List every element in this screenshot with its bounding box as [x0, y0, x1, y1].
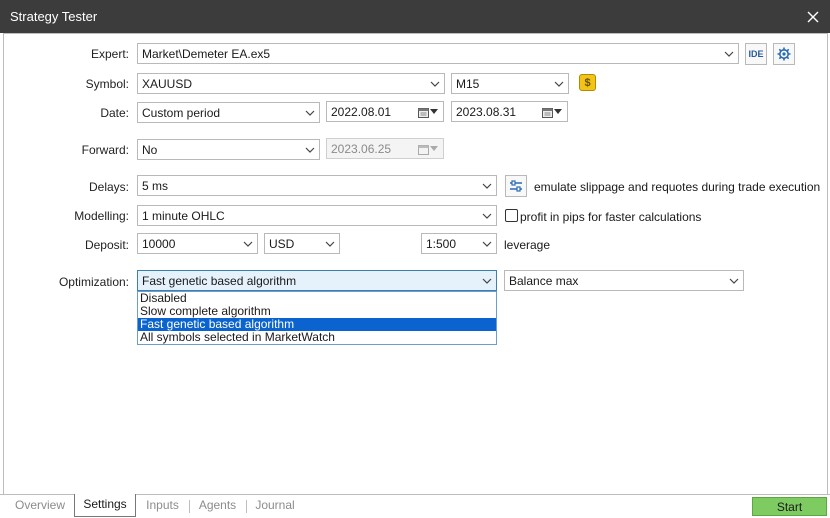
date-to-calendar-button[interactable] — [542, 105, 564, 119]
tab-journal[interactable]: Journal — [250, 495, 300, 517]
expert-value: Market\Demeter EA.ex5 — [142, 46, 271, 61]
forward-calendar-button — [418, 142, 440, 156]
sliders-icon — [510, 180, 522, 192]
optimization-select[interactable]: Fast genetic based algorithm — [137, 270, 497, 291]
optimization-option-all-symbols[interactable]: All symbols selected in MarketWatch — [138, 331, 496, 344]
symbol-spec-button[interactable]: $ — [579, 74, 596, 91]
modelling-label: Modelling: — [74, 209, 129, 223]
title-bar: Strategy Tester — [0, 0, 830, 33]
chevron-down-icon — [430, 81, 440, 87]
deposit-currency-select[interactable]: USD — [264, 233, 340, 254]
deposit-amount-select[interactable]: 10000 — [137, 233, 258, 254]
expert-select[interactable]: Market\Demeter EA.ex5 — [137, 43, 739, 64]
forward-mode-select[interactable]: No — [137, 139, 320, 160]
tab-separator — [246, 500, 247, 513]
expert-label: Expert: — [90, 47, 129, 61]
chevron-down-icon — [482, 183, 492, 189]
date-from-input[interactable]: 2022.08.01 — [326, 101, 444, 122]
forward-label: Forward: — [81, 143, 129, 157]
date-label: Date: — [100, 106, 129, 120]
chevron-down-icon — [305, 110, 315, 116]
leverage-select[interactable]: 1:500 — [421, 233, 497, 254]
caret-down-icon — [430, 109, 438, 114]
optimization-value: Fast genetic based algorithm — [142, 273, 297, 288]
date-to-input[interactable]: 2023.08.31 — [451, 101, 568, 122]
chevron-down-icon — [482, 213, 492, 219]
leverage-label: leverage — [504, 238, 551, 252]
symbol-label: Symbol: — [85, 77, 129, 91]
forward-mode-value: No — [142, 142, 158, 157]
tab-inputs[interactable]: Inputs — [139, 495, 186, 517]
chevron-down-icon — [724, 51, 734, 57]
delays-settings-button[interactable] — [505, 175, 527, 197]
emulate-slippage-text: emulate slippage and requotes during tra… — [534, 180, 821, 194]
dollar-icon: $ — [584, 76, 591, 89]
calendar-icon — [418, 107, 429, 118]
modelling-select[interactable]: 1 minute OHLC — [137, 205, 497, 226]
forward-date-input: 2023.06.25 — [326, 138, 444, 159]
chevron-down-icon — [243, 241, 253, 247]
tab-agents[interactable]: Agents — [193, 495, 242, 517]
bottom-tab-bar: Overview Settings Inputs Agents Journal … — [0, 494, 830, 518]
optimization-label: Optimization: — [58, 275, 129, 289]
symbol-value: XAUUSD — [142, 76, 193, 91]
chevron-down-icon — [305, 147, 315, 153]
modelling-value: 1 minute OHLC — [142, 208, 225, 223]
start-button[interactable]: Start — [752, 497, 827, 516]
calendar-icon — [418, 144, 429, 155]
deposit-label: Deposit: — [84, 238, 129, 252]
delays-label: Delays: — [88, 180, 129, 194]
calendar-icon — [542, 107, 553, 118]
delays-select[interactable]: 5 ms — [137, 175, 497, 196]
tab-separator — [189, 500, 190, 513]
date-mode-value: Custom period — [142, 105, 221, 120]
caret-down-icon — [430, 146, 438, 151]
close-button[interactable] — [796, 0, 830, 33]
caret-down-icon — [554, 109, 562, 114]
chevron-down-icon — [554, 81, 564, 87]
deposit-amount-value: 10000 — [142, 236, 176, 251]
chevron-down-icon — [482, 278, 492, 284]
chevron-down-icon — [729, 278, 739, 284]
optimization-dropdown-list: Disabled Slow complete algorithm Fast ge… — [137, 291, 497, 345]
close-icon — [807, 11, 819, 22]
symbol-select[interactable]: XAUUSD — [137, 73, 445, 94]
gear-icon — [777, 47, 791, 61]
ide-button[interactable]: IDE — [745, 43, 767, 65]
date-mode-select[interactable]: Custom period — [137, 102, 320, 123]
date-from-calendar-button[interactable] — [418, 105, 440, 119]
tab-overview[interactable]: Overview — [8, 495, 72, 517]
ide-icon: IDE — [748, 49, 764, 59]
timeframe-value: M15 — [456, 76, 480, 91]
window-title: Strategy Tester — [10, 9, 98, 24]
delays-value: 5 ms — [142, 178, 169, 193]
optimization-criterion-value: Balance max — [509, 273, 579, 288]
expert-settings-button[interactable] — [773, 43, 795, 65]
optimization-criterion-select[interactable]: Balance max — [504, 270, 744, 291]
chevron-down-icon — [482, 241, 492, 247]
profit-pips-label: profit in pips for faster calculations — [520, 210, 702, 224]
timeframe-select[interactable]: M15 — [451, 73, 569, 94]
tab-settings[interactable]: Settings — [74, 494, 136, 517]
chevron-down-icon — [325, 241, 335, 247]
profit-pips-checkbox[interactable] — [505, 209, 518, 222]
